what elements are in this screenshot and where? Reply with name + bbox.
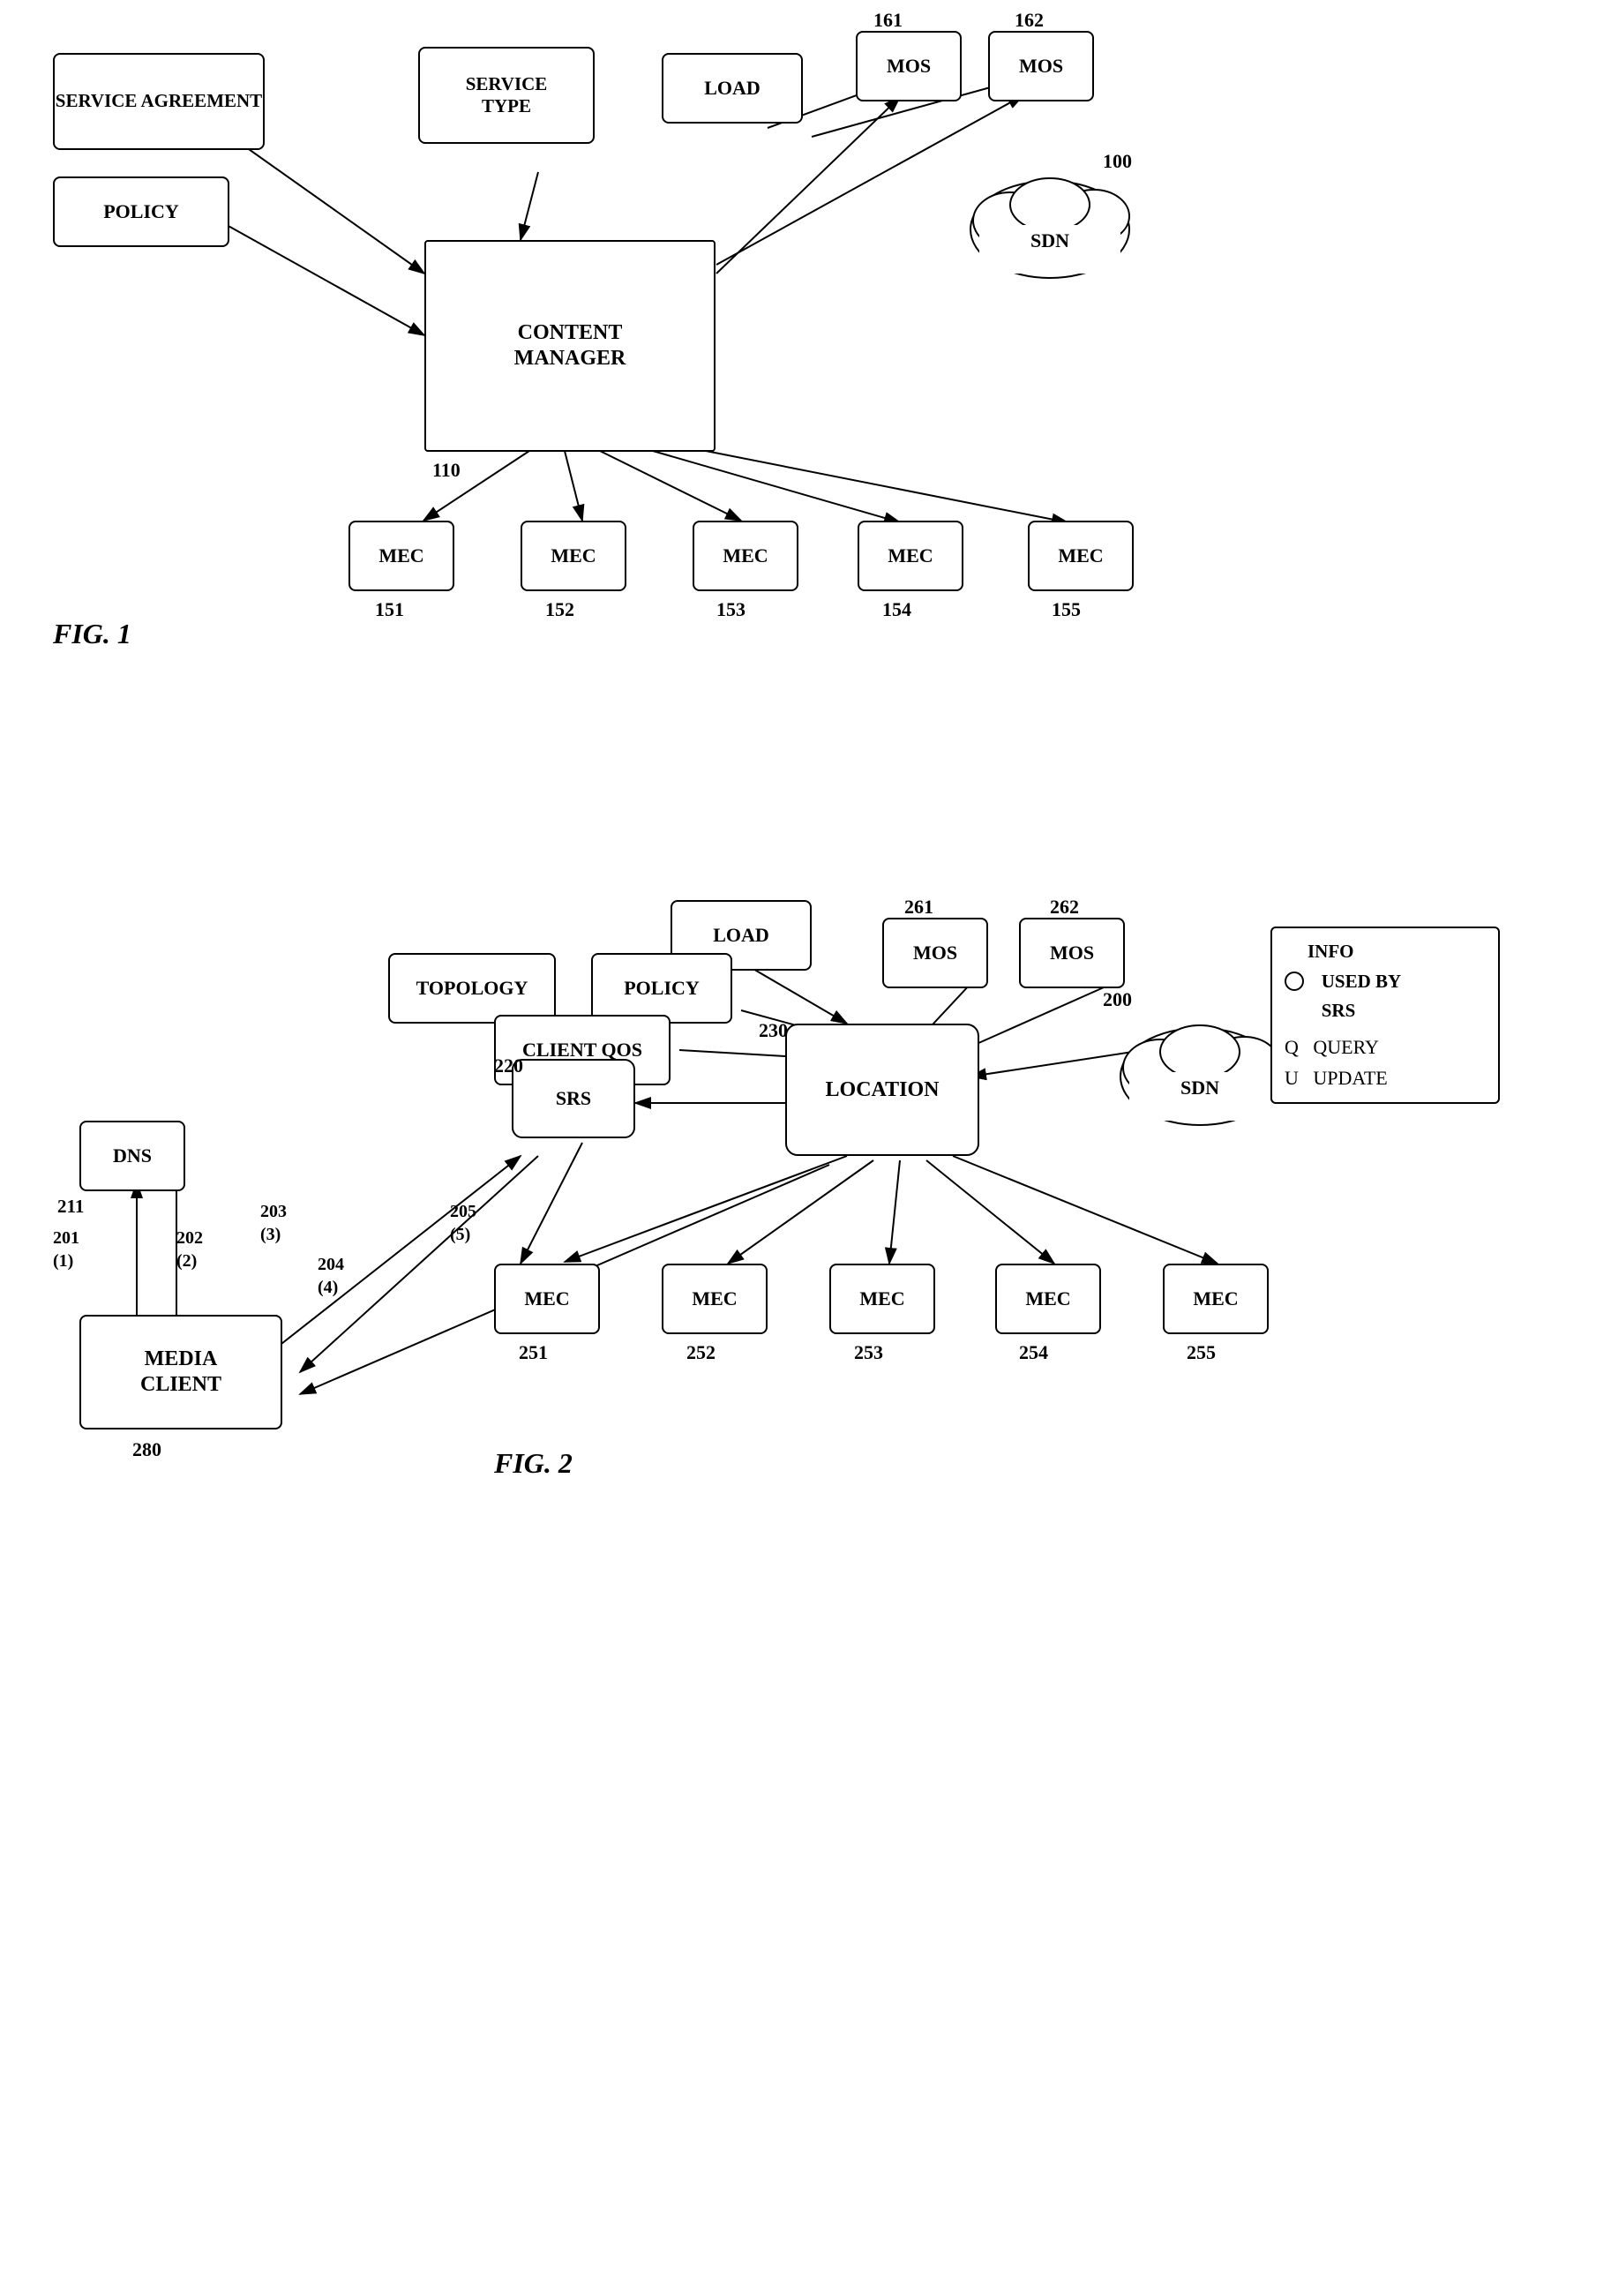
mec5-num-fig1: 155 <box>1052 598 1081 621</box>
mec3-num-fig1: 153 <box>716 598 746 621</box>
mec5-box-fig1: MEC <box>1028 521 1134 591</box>
media-client-label: MEDIACLIENT <box>140 1347 221 1398</box>
dns-box: DNS <box>79 1121 185 1191</box>
mec1-num-fig1: 151 <box>375 598 404 621</box>
location-num: 230 <box>759 1019 788 1042</box>
legend-q: Q QUERY <box>1285 1032 1486 1062</box>
arrow2-label: 202(2) <box>176 1227 203 1272</box>
legend-box: INFO USED BY SRS Q QUERY U UPDATE <box>1270 927 1500 1104</box>
mos1-num-fig1: 161 <box>873 9 903 32</box>
mec5-box-fig2: MEC <box>1163 1264 1269 1334</box>
mos2-num-fig2: 262 <box>1050 896 1079 919</box>
media-client-box: MEDIACLIENT <box>79 1315 282 1429</box>
mec2-label-fig1: MEC <box>551 544 596 567</box>
load-label-fig2: LOAD <box>713 924 769 947</box>
sdn-num-fig2: 200 <box>1103 988 1132 1011</box>
mec4-box-fig2: MEC <box>995 1264 1101 1334</box>
service-type-box: SERVICETYPE <box>418 47 595 144</box>
mec4-num-fig1: 154 <box>882 598 911 621</box>
mec3-box-fig2: MEC <box>829 1264 935 1334</box>
service-agreement-box: SERVICE AGREEMENT <box>53 53 265 150</box>
mec3-label-fig2: MEC <box>859 1287 904 1310</box>
location-box: LOCATION <box>785 1024 979 1156</box>
sdn-cloud-fig2: SDN <box>1112 988 1288 1129</box>
mec5-num-fig2: 255 <box>1187 1341 1216 1364</box>
mc-num: 280 <box>132 1438 161 1461</box>
mec5-label-fig1: MEC <box>1058 544 1103 567</box>
service-type-label: SERVICETYPE <box>466 73 548 117</box>
mec4-num-fig2: 254 <box>1019 1341 1048 1364</box>
mos2-num-fig1: 162 <box>1015 9 1044 32</box>
mec2-label-fig2: MEC <box>692 1287 737 1310</box>
srs-num: 220 <box>494 1054 523 1077</box>
location-label: LOCATION <box>826 1077 940 1103</box>
mec2-num-fig1: 152 <box>545 598 574 621</box>
mos1-label-fig1: MOS <box>887 55 931 78</box>
svg-text:SDN: SDN <box>1030 229 1069 251</box>
policy-label: POLICY <box>103 200 179 223</box>
mos1-box-fig1: MOS <box>856 31 962 101</box>
mec1-label-fig2: MEC <box>524 1287 569 1310</box>
mos2-box-fig1: MOS <box>988 31 1094 101</box>
arrow3-label: 203(3) <box>260 1200 287 1246</box>
topology-label: TOPOLOGY <box>416 977 528 1000</box>
fig1-label: FIG. 1 <box>53 618 131 650</box>
load-label-fig1: LOAD <box>704 77 761 100</box>
arrow1-label: 201(1) <box>53 1227 79 1272</box>
mec2-num-fig2: 252 <box>686 1341 716 1364</box>
mec4-label-fig2: MEC <box>1025 1287 1070 1310</box>
mec5-label-fig2: MEC <box>1193 1287 1238 1310</box>
srs-label: SRS <box>556 1087 591 1110</box>
mos2-label-fig1: MOS <box>1019 55 1063 78</box>
mos1-box-fig2: MOS <box>882 918 988 988</box>
legend-circle <box>1285 972 1304 991</box>
arrow4-label: 204(4) <box>318 1253 344 1299</box>
svg-text:SDN: SDN <box>1180 1077 1219 1099</box>
sdn-num-fig1: 100 <box>1103 150 1132 173</box>
mec1-box-fig2: MEC <box>494 1264 600 1334</box>
policy-label-fig2: POLICY <box>624 977 700 1000</box>
legend-info: INFO USED BY SRS <box>1308 937 1401 1026</box>
mec4-label-fig1: MEC <box>888 544 933 567</box>
fig2-label: FIG. 2 <box>494 1447 573 1480</box>
mec3-num-fig2: 253 <box>854 1341 883 1364</box>
mec1-num-fig2: 251 <box>519 1341 548 1364</box>
srs-box: SRS <box>512 1059 635 1138</box>
mos2-box-fig2: MOS <box>1019 918 1125 988</box>
diagram-container: SERVICE AGREEMENT SERVICETYPE POLICY LOA… <box>0 0 1611 2296</box>
mec3-label-fig1: MEC <box>723 544 768 567</box>
mec4-box-fig1: MEC <box>858 521 963 591</box>
topology-box: TOPOLOGY <box>388 953 556 1024</box>
legend-icon-row: INFO USED BY SRS <box>1285 937 1486 1026</box>
mos2-label-fig2: MOS <box>1050 942 1094 964</box>
policy-box-fig2: POLICY <box>591 953 732 1024</box>
policy-box: POLICY <box>53 176 229 247</box>
mos1-label-fig2: MOS <box>913 942 957 964</box>
mec3-box-fig1: MEC <box>693 521 798 591</box>
mec2-box-fig1: MEC <box>521 521 626 591</box>
cm-number: 110 <box>432 459 461 482</box>
load-box-fig1: LOAD <box>662 53 803 124</box>
mec2-box-fig2: MEC <box>662 1264 768 1334</box>
content-manager-box: CONTENTMANAGER <box>424 240 716 452</box>
mos1-num-fig2: 261 <box>904 896 933 919</box>
mec1-box-fig1: MEC <box>348 521 454 591</box>
dns-num: 211 <box>57 1196 84 1218</box>
arrow5-label: 205(5) <box>450 1200 476 1246</box>
dns-label: DNS <box>113 1144 152 1167</box>
mec1-label-fig1: MEC <box>378 544 423 567</box>
content-manager-label: CONTENTMANAGER <box>514 320 626 371</box>
service-agreement-label: SERVICE AGREEMENT <box>56 90 262 112</box>
legend-u: U UPDATE <box>1285 1062 1486 1093</box>
